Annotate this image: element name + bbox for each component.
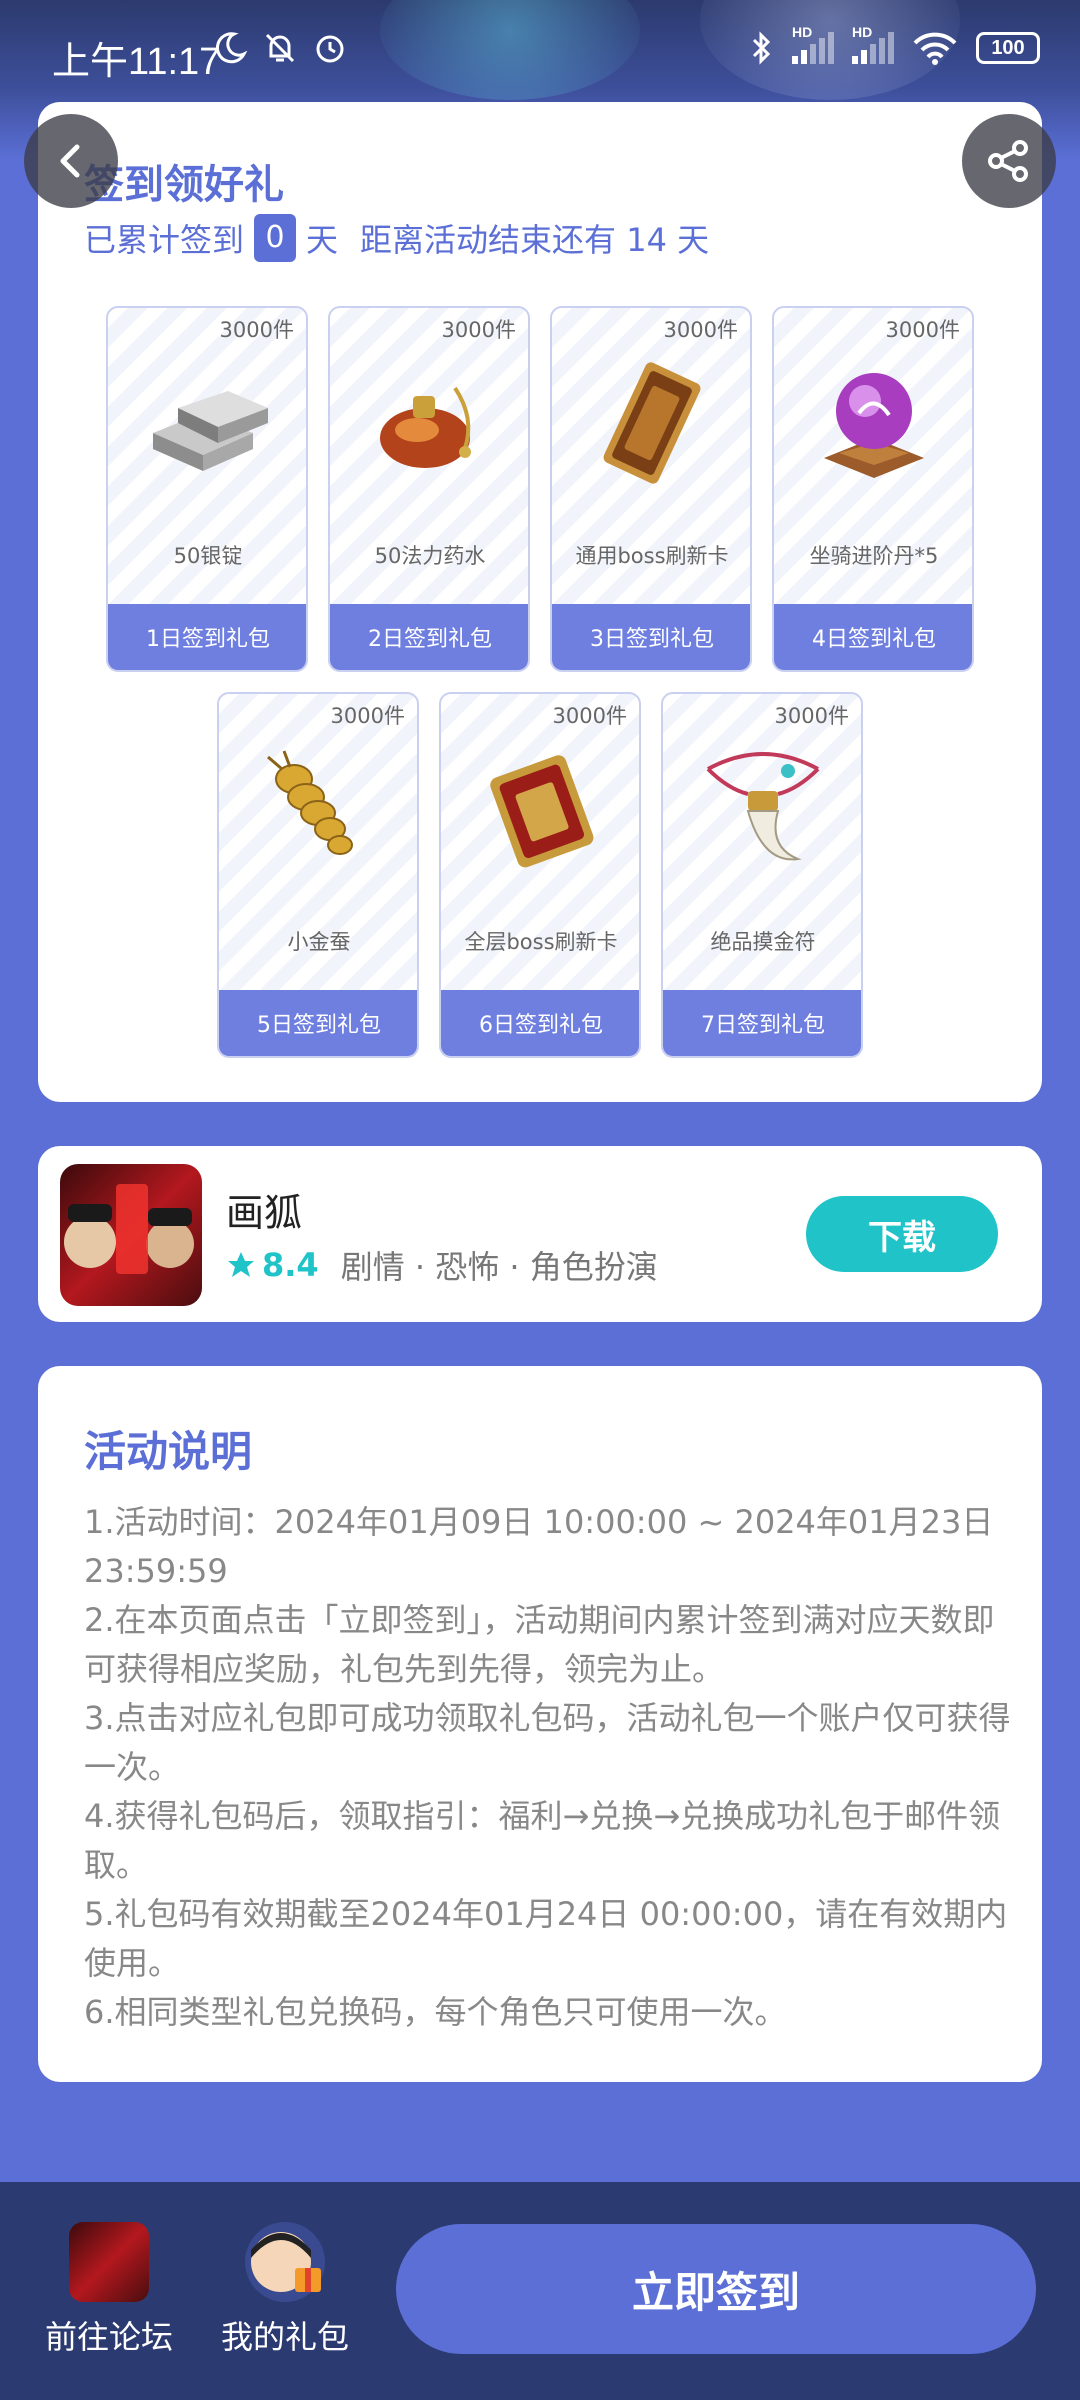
app-icon[interactable] — [60, 1164, 202, 1306]
battery-icon: 100 — [976, 32, 1040, 64]
gift-stock: 3000件 — [330, 704, 405, 728]
forum-label: 前往论坛 — [44, 2318, 173, 2356]
signin-prefix: 已累计签到 — [84, 221, 245, 259]
gift-card-6[interactable]: 3000件 全层boss刷新卡 6日签到礼包 — [439, 692, 641, 1058]
gift-name: 全层boss刷新卡 — [464, 930, 618, 954]
my-gifts-label: 我的礼包 — [220, 2318, 349, 2356]
status-icons-right: HD HD 100 — [750, 24, 1040, 66]
gift-row-1: 3000件 50银锭 1日签到礼包 3000件 50法力药水 2日签到礼包 30… — [38, 306, 1042, 672]
gift-label: 4日签到礼包 — [774, 604, 972, 670]
gift-label: 3日签到礼包 — [552, 604, 750, 670]
bell-off-icon — [265, 33, 295, 63]
signin-now-button[interactable]: 立即签到 — [396, 2224, 1036, 2354]
gift-name: 坐骑进阶丹*5 — [809, 544, 939, 568]
share-button[interactable] — [962, 114, 1056, 208]
my-gifts-button[interactable]: 我的礼包 — [200, 2222, 370, 2358]
gift-label: 6日签到礼包 — [441, 990, 639, 1056]
wifi-icon — [913, 32, 957, 65]
forum-app-icon — [69, 2222, 149, 2302]
gift-avatar-icon — [245, 2222, 325, 2302]
rules-list: 1.活动时间：2024年01月09日 10:00:00 ~ 2024年01月23… — [84, 1498, 1014, 2037]
status-icons-left — [212, 30, 348, 66]
gift-label: 7日签到礼包 — [663, 990, 861, 1056]
rules-title: 活动说明 — [84, 1427, 253, 1476]
gift-stock: 3000件 — [552, 704, 627, 728]
app-name: 画狐 — [226, 1191, 303, 1235]
boss-refresh-card-icon — [552, 348, 750, 498]
status-time: 上午11:17 — [52, 41, 221, 83]
gift-card-3[interactable]: 3000件 通用boss刷新卡 3日签到礼包 — [550, 306, 752, 672]
signin-progress: 已累计签到 0 天 距离活动结束还有 14 天 — [84, 214, 709, 262]
back-button[interactable] — [24, 114, 118, 208]
star-icon — [228, 1252, 254, 1277]
moon-icon — [215, 32, 248, 64]
rule-item: 3.点击对应礼包即可成功领取礼包码，活动礼包一个账户仅可获得一次。 — [84, 1699, 1011, 1786]
gift-card-1[interactable]: 3000件 50银锭 1日签到礼包 — [106, 306, 308, 672]
gift-stock: 3000件 — [663, 318, 738, 342]
app-rating: 8.4 — [262, 1246, 319, 1284]
rule-item: 2.在本页面点击「立即签到」，活动期间内累计签到满对应天数即可获得相应奖励，礼包… — [84, 1601, 995, 1688]
app-card[interactable]: 画狐 8.4 剧情 · 恐怖 · 角色扮演 下载 — [38, 1146, 1042, 1322]
gold-amulet-icon — [663, 734, 861, 884]
gift-card-4[interactable]: 3000件 坐骑进阶丹*5 4日签到礼包 — [772, 306, 974, 672]
gift-label: 2日签到礼包 — [330, 604, 528, 670]
signal-icon-1: HD — [792, 24, 834, 64]
bottom-bar: 前往论坛 我的礼包 立即签到 — [0, 2182, 1080, 2400]
gift-name: 50银锭 — [173, 544, 243, 568]
chevron-left-icon — [60, 144, 80, 178]
gift-card-5[interactable]: 3000件 小金蚕 5日签到礼包 — [217, 692, 419, 1058]
all-floor-boss-card-icon — [441, 734, 639, 884]
gift-name: 通用boss刷新卡 — [575, 544, 729, 568]
status-bar: 上午11:17 HD HD 100 — [0, 0, 1080, 110]
forum-button[interactable]: 前往论坛 — [24, 2222, 194, 2358]
gift-stock: 3000件 — [441, 318, 516, 342]
rule-item: 1.活动时间：2024年01月09日 10:00:00 ~ 2024年01月23… — [84, 1503, 994, 1590]
signin-card: 签到领好礼 已累计签到 0 天 距离活动结束还有 14 天 3000件 50银锭… — [38, 102, 1042, 1102]
gift-name: 小金蚕 — [287, 930, 351, 954]
rule-item: 5.礼包码有效期截至2024年01月24日 00:00:00，请在有效期内使用。 — [84, 1895, 1008, 1982]
bluetooth-icon — [752, 31, 771, 65]
mount-pill-icon — [774, 348, 972, 498]
signin-count: 0 — [254, 214, 297, 262]
alarm-icon — [316, 35, 344, 63]
rule-item: 6.相同类型礼包兑换码，每个角色只可使用一次。 — [84, 1993, 787, 2031]
download-button[interactable]: 下载 — [806, 1196, 998, 1272]
golden-silkworm-icon — [219, 734, 417, 884]
mana-potion-icon — [330, 348, 528, 498]
gift-row-2: 3000件 小金蚕 5日签到礼包 3000件 全层boss刷新卡 6日签到礼包 … — [38, 692, 1042, 1058]
gift-stock: 3000件 — [219, 318, 294, 342]
gift-stock: 3000件 — [885, 318, 960, 342]
signin-day-unit: 天 — [306, 221, 339, 259]
gift-label: 1日签到礼包 — [108, 604, 306, 670]
gift-name: 50法力药水 — [374, 544, 486, 568]
gift-card-7[interactable]: 3000件 绝品摸金符 7日签到礼包 — [661, 692, 863, 1058]
app-tags: 剧情 · 恐怖 · 角色扮演 — [340, 1248, 658, 1286]
app-meta: 8.4 剧情 · 恐怖 · 角色扮演 — [226, 1242, 658, 1288]
gift-card-2[interactable]: 3000件 50法力药水 2日签到礼包 — [328, 306, 530, 672]
silver-ingot-icon — [108, 348, 306, 498]
gift-stock: 3000件 — [774, 704, 849, 728]
rule-item: 4.获得礼包码后，领取指引：福利→兑换→兑换成功礼包于邮件领取。 — [84, 1797, 1001, 1884]
gift-name: 绝品摸金符 — [710, 930, 816, 954]
signin-remaining: 距离活动结束还有 14 天 — [360, 221, 710, 259]
gift-label: 5日签到礼包 — [219, 990, 417, 1056]
signal-icon-2: HD — [852, 24, 894, 64]
rules-card: 活动说明 1.活动时间：2024年01月09日 10:00:00 ~ 2024年… — [38, 1366, 1042, 2082]
share-icon — [988, 140, 1028, 182]
